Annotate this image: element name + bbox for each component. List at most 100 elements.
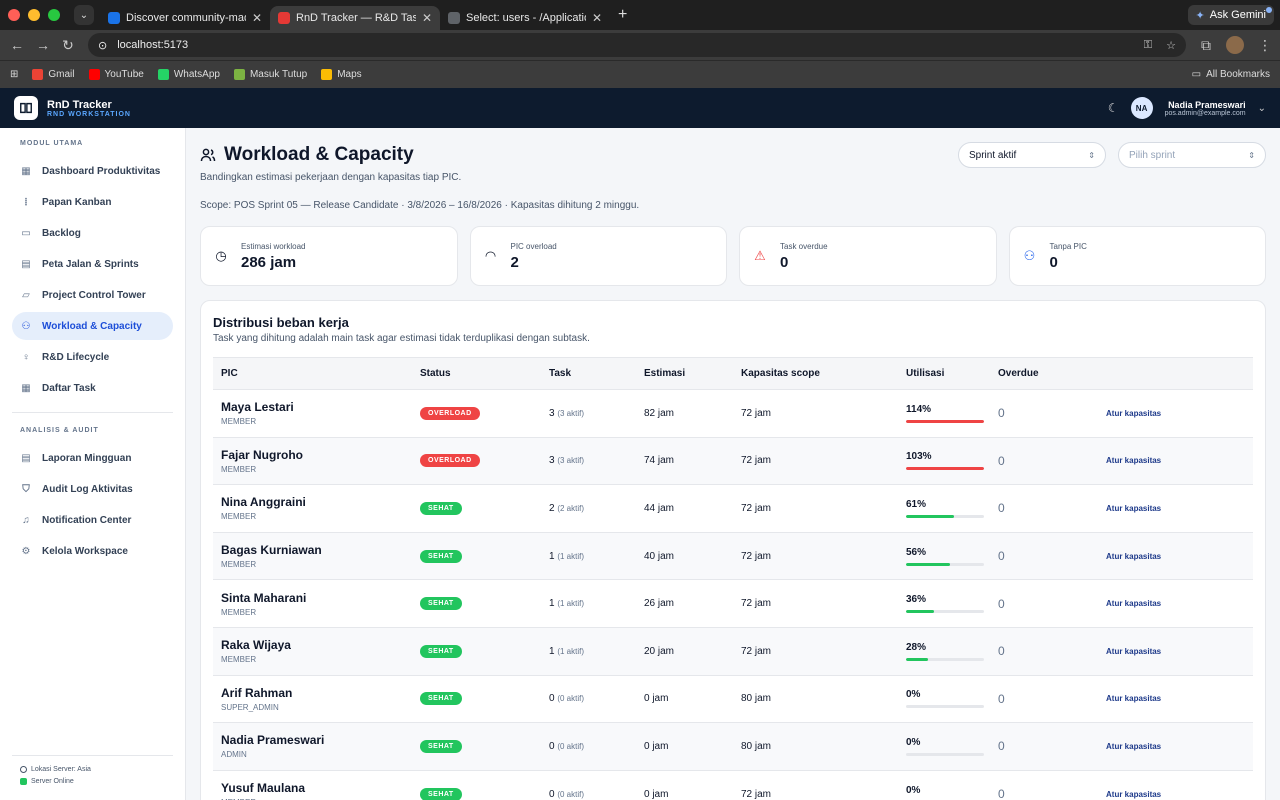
users-icon: ⚇ bbox=[21, 320, 31, 332]
back-icon[interactable]: ← bbox=[10, 37, 24, 53]
sidebar-item-audit-log-aktivitas[interactable]: ⛉ Audit Log Aktivitas bbox=[12, 475, 173, 503]
sidebar-item-workload-capacity[interactable]: ⚇ Workload & Capacity bbox=[12, 312, 173, 340]
gear-icon: ⚙ bbox=[21, 545, 31, 557]
capacity-cell: 72 jam bbox=[733, 532, 898, 581]
atur-kapasitas-link[interactable]: Atur kapasitas bbox=[1106, 694, 1161, 703]
sidebar-item-dashboard-produktivitas[interactable]: ▦ Dashboard Produktivitas bbox=[12, 157, 173, 185]
table-row: Maya Lestari MEMBER OVERLOAD 3 (3 aktif) 82 … bbox=[213, 389, 1253, 438]
minimize-window-button[interactable] bbox=[28, 9, 40, 21]
report-icon: ▤ bbox=[21, 452, 31, 464]
bookmark-gmail[interactable]: Gmail bbox=[32, 69, 75, 80]
stats-row: ◷ Estimasi workload 286 jam ◠ PIC overload 2 ⚠… bbox=[200, 226, 1266, 286]
sidebar-item-notification-center[interactable]: ♫ Notification Center bbox=[12, 506, 173, 534]
bookmark-maps[interactable]: Maps bbox=[321, 69, 362, 80]
address-bar[interactable]: ⊙ localhost:5173 ⚿ ☆ bbox=[88, 33, 1186, 57]
atur-kapasitas-link[interactable]: Atur kapasitas bbox=[1106, 504, 1161, 513]
bookmarks-bar: ⊞ Gmail YouTube WhatsApp Masuk Tutup Maps ▭ … bbox=[0, 60, 1280, 88]
overdue-cell: 0 bbox=[990, 579, 1098, 628]
maximize-window-button[interactable] bbox=[48, 9, 60, 21]
ask-gemini-button[interactable]: ✦ Ask Gemini bbox=[1187, 5, 1274, 25]
close-icon[interactable]: ✕ bbox=[252, 11, 262, 25]
capacity-cell: 72 jam bbox=[733, 437, 898, 486]
browser-tab[interactable]: Select: users - /Applications/ ✕ bbox=[440, 6, 610, 30]
sidebar-item-kelola-workspace[interactable]: ⚙ Kelola Workspace bbox=[12, 537, 173, 565]
atur-kapasitas-link[interactable]: Atur kapasitas bbox=[1106, 790, 1161, 799]
sidebar-item-project-control-tower[interactable]: ▱ Project Control Tower bbox=[12, 281, 173, 309]
sidebar-item-label: Project Control Tower bbox=[42, 289, 146, 301]
column-header: Kapasitas scope bbox=[733, 357, 898, 390]
grid-icon: ▦ bbox=[21, 165, 31, 177]
atur-kapasitas-link[interactable]: Atur kapasitas bbox=[1106, 456, 1161, 465]
all-bookmarks-button[interactable]: ▭ All Bookmarks bbox=[1192, 69, 1270, 80]
pic-role: MEMBER bbox=[221, 655, 257, 665]
task-count: 3 bbox=[549, 407, 555, 419]
extensions-icon[interactable]: ⧉ bbox=[1200, 37, 1212, 54]
utilization-bar bbox=[906, 657, 984, 661]
table-header-row: PIC Status Task Estimasi Kapasitas scope Util… bbox=[213, 357, 1253, 390]
bookmark-whatsapp[interactable]: WhatsApp bbox=[157, 69, 220, 80]
stat-label: Tanpa PIC bbox=[1049, 241, 1087, 251]
tab-title: Discover community-made U bbox=[126, 12, 246, 24]
app-header: RnD Tracker RND WORKSTATION ☾ NA Nadia P… bbox=[0, 88, 1280, 128]
sidebar-item-backlog[interactable]: ▭ Backlog bbox=[12, 219, 173, 247]
status-badge: SEHAT bbox=[420, 597, 462, 611]
pic-cell: Yusuf MaulanaMEMBER bbox=[213, 770, 412, 800]
sidebar-item-label: R&D Lifecycle bbox=[42, 351, 110, 363]
bookmark-youtube[interactable]: YouTube bbox=[88, 69, 144, 80]
table-row: Yusuf MaulanaMEMBERSEHAT0 (0 aktif)0 jam… bbox=[213, 770, 1253, 800]
bookmark-masuk-tutup[interactable]: Masuk Tutup bbox=[233, 69, 307, 80]
stat-card: ⚇ Tanpa PIC 0 bbox=[1008, 226, 1266, 286]
sidebar-item-r-d-lifecycle[interactable]: ♀ R&D Lifecycle bbox=[12, 343, 173, 371]
sidebar-item-peta-jalan-sprints[interactable]: ▤ Peta Jalan & Sprints bbox=[12, 250, 173, 278]
status-cell: SEHAT bbox=[412, 484, 541, 533]
user-menu[interactable]: Nadia Prameswari pos.admin@example.com bbox=[1165, 100, 1246, 117]
task-count: 1 bbox=[549, 598, 555, 610]
sidebar-section-title: ANALISIS & AUDIT bbox=[20, 427, 99, 434]
utilization-bar bbox=[906, 514, 984, 518]
atur-kapasitas-link[interactable]: Atur kapasitas bbox=[1106, 552, 1161, 561]
menu-kebab-icon[interactable]: ⋮ bbox=[1258, 37, 1272, 54]
chevron-down-icon[interactable]: ⌄ bbox=[1258, 103, 1266, 114]
url-text[interactable]: localhost:5173 bbox=[117, 39, 188, 51]
bookmark-label: WhatsApp bbox=[173, 69, 220, 80]
browser-tab[interactable]: RnD Tracker — R&D Task Man ✕ bbox=[270, 6, 440, 30]
close-icon[interactable]: ✕ bbox=[592, 11, 602, 25]
sidebar-divider bbox=[12, 412, 173, 413]
user-avatar[interactable]: NA bbox=[1130, 97, 1153, 119]
task-active: (3 aktif) bbox=[557, 408, 585, 418]
estimate-cell: 0 jam bbox=[636, 770, 733, 800]
close-window-button[interactable] bbox=[8, 9, 20, 21]
column-header: Estimasi bbox=[636, 357, 733, 390]
close-icon[interactable]: ✕ bbox=[422, 11, 432, 25]
sprint-select[interactable]: Pilih sprint ⇕ bbox=[1118, 142, 1266, 168]
pic-role: MEMBER bbox=[221, 560, 257, 570]
profile-avatar[interactable] bbox=[1226, 36, 1244, 54]
atur-kapasitas-link[interactable]: Atur kapasitas bbox=[1106, 742, 1161, 751]
site-info-icon[interactable]: ⊙ bbox=[98, 39, 107, 52]
dark-mode-toggle-icon[interactable]: ☾ bbox=[1108, 101, 1119, 115]
filter-mode-select[interactable]: Sprint aktif ⇕ bbox=[958, 142, 1106, 168]
task-cell: 1 (1 aktif) bbox=[541, 532, 636, 581]
task-active: (1 aktif) bbox=[557, 551, 585, 561]
reload-icon[interactable]: ↻ bbox=[62, 37, 74, 54]
atur-kapasitas-link[interactable]: Atur kapasitas bbox=[1106, 599, 1161, 608]
sidebar-item-daftar-task[interactable]: ▦ Daftar Task bbox=[12, 374, 173, 402]
bookmark-star-icon[interactable]: ☆ bbox=[1166, 39, 1176, 52]
tab-search-button[interactable]: ⌄ bbox=[74, 5, 94, 25]
forward-icon[interactable]: → bbox=[36, 37, 50, 53]
brand[interactable]: RnD Tracker RND WORKSTATION bbox=[47, 99, 131, 118]
atur-kapasitas-link[interactable]: Atur kapasitas bbox=[1106, 409, 1161, 418]
utilization-value: 36% bbox=[906, 594, 927, 606]
atur-kapasitas-link[interactable]: Atur kapasitas bbox=[1106, 647, 1161, 656]
alert-icon: ⚠ bbox=[754, 248, 766, 263]
browser-tab[interactable]: Discover community-made U ✕ bbox=[100, 6, 270, 30]
new-tab-button[interactable]: + bbox=[618, 6, 627, 24]
apps-grid-icon[interactable]: ⊞ bbox=[10, 69, 18, 80]
sidebar-item-laporan-mingguan[interactable]: ▤ Laporan Mingguan bbox=[12, 444, 173, 472]
task-cell: 0 (0 aktif) bbox=[541, 722, 636, 771]
password-key-icon[interactable]: ⚿ bbox=[1144, 39, 1152, 52]
stat-label: Task overdue bbox=[780, 241, 828, 251]
sidebar-item-papan-kanban[interactable]: ⦙ Papan Kanban bbox=[12, 188, 173, 216]
stat-content: PIC overload 2 bbox=[511, 242, 557, 271]
server-location: Lokasi Server: Asia bbox=[31, 766, 91, 773]
